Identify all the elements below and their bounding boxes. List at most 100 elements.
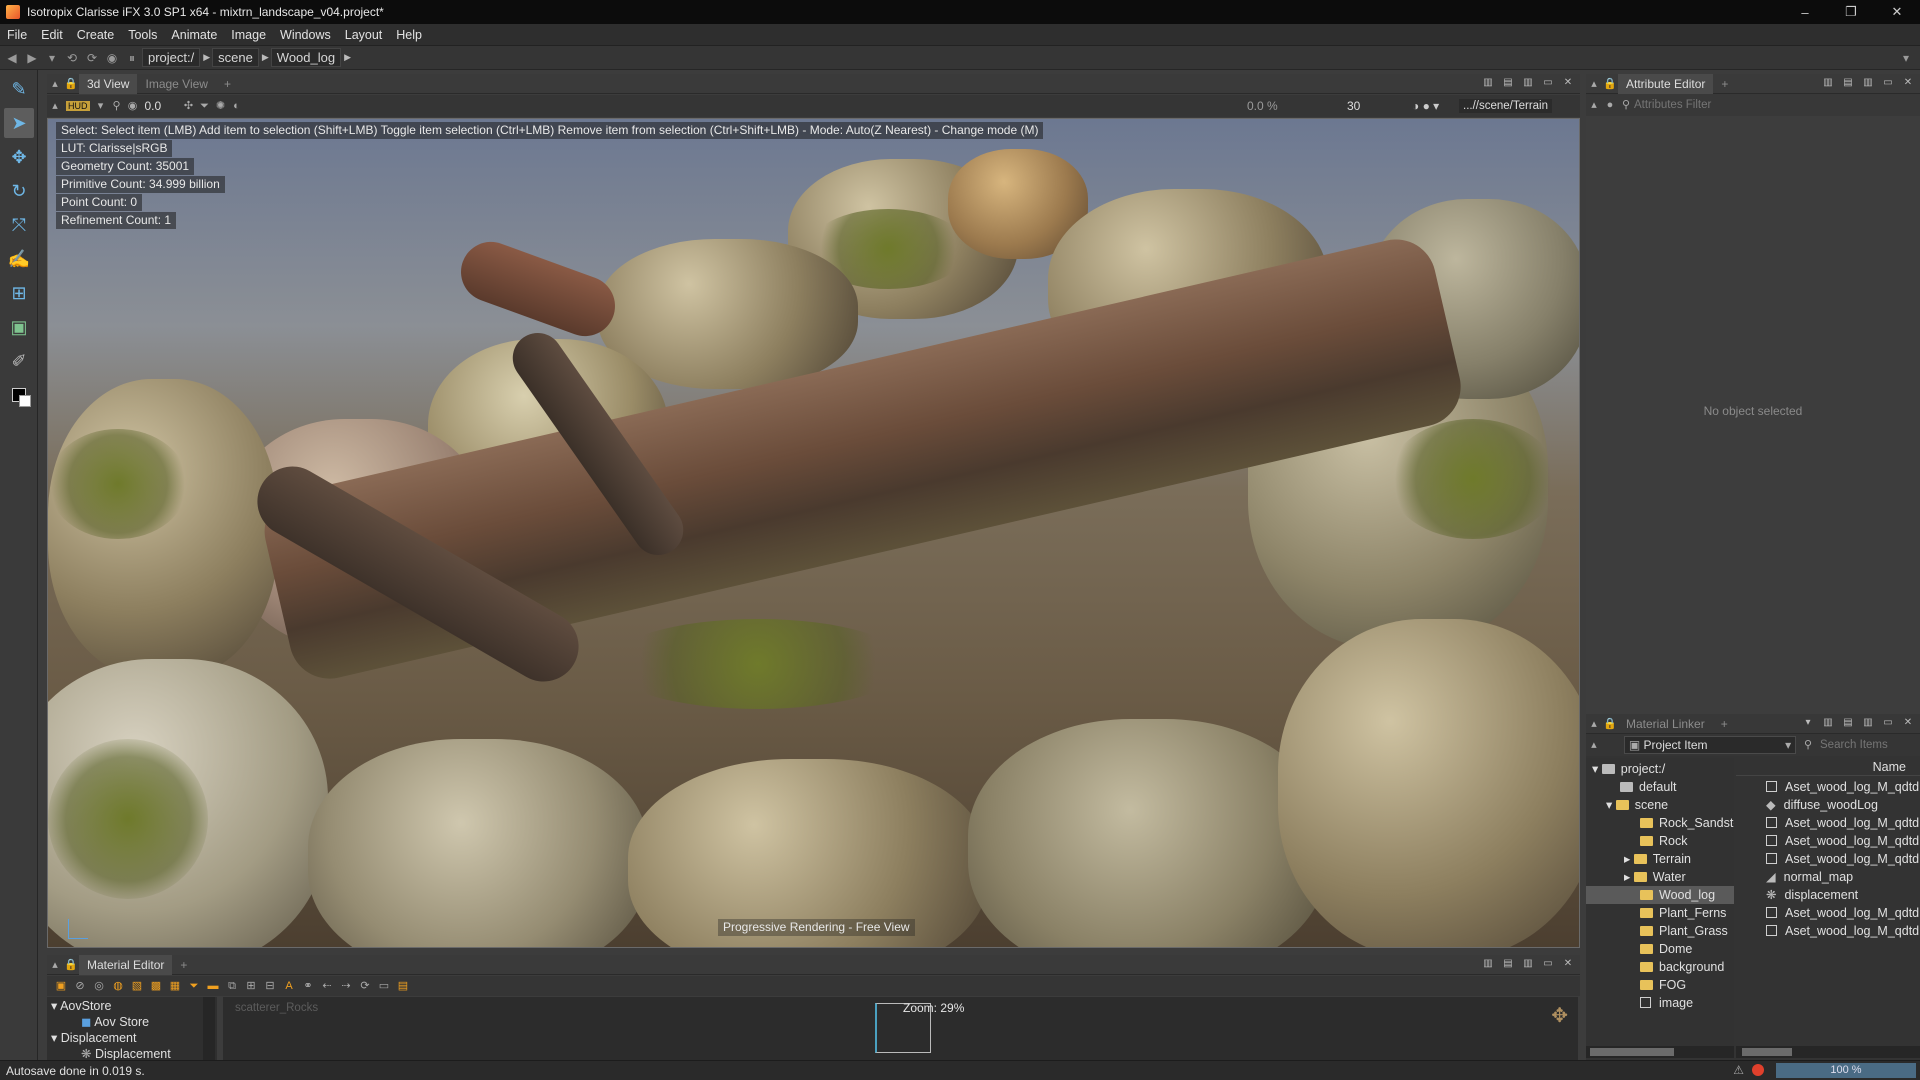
texture-icon[interactable]: ▧ [129, 978, 145, 994]
list-item[interactable]: Aset_wood_log_M_qdtdP [1766, 778, 1920, 796]
tree-item-rock[interactable]: Rock [1640, 832, 1687, 850]
menu-tools[interactable]: Tools [121, 28, 164, 42]
list-item[interactable]: ◢ normal_map [1766, 868, 1853, 886]
color-swatch-icon[interactable] [4, 380, 34, 410]
samples-field[interactable]: 30 [1347, 99, 1360, 113]
camera-icon[interactable]: ⚲ [109, 98, 125, 114]
maximize-panel-icon[interactable]: ▭ [1540, 957, 1556, 971]
grid-icon[interactable]: ⊞ [243, 978, 259, 994]
history-icon[interactable]: ▾ [44, 50, 60, 66]
export-icon[interactable]: ▤ [395, 978, 411, 994]
frame-icon[interactable]: ◎ [91, 978, 107, 994]
toolbar-menu-icon[interactable]: ▴ [47, 98, 63, 114]
menu-icon[interactable]: ▴ [1586, 737, 1602, 753]
translate-tool-icon[interactable]: ✥ [4, 142, 34, 172]
node-tool-icon[interactable]: ▣ [53, 978, 69, 994]
folder-icon[interactable]: ▬ [205, 978, 221, 994]
node-graph-canvas[interactable]: scatterer_Rocks Zoom: 29% ✥ [223, 997, 1578, 1060]
menu-file[interactable]: File [0, 28, 34, 42]
list-item[interactable]: ◆ diffuse_woodLog [1766, 796, 1878, 814]
image-tool-icon[interactable]: ▣ [4, 312, 34, 342]
list-item[interactable]: ❋ displacement [1766, 886, 1858, 904]
scatter-tool-icon[interactable]: ⊞ [4, 278, 34, 308]
panel-menu-icon[interactable]: ▴ [47, 957, 63, 973]
select-tool-icon[interactable]: ➤ [4, 108, 34, 138]
maximize-panel-icon[interactable]: ▭ [1540, 76, 1556, 90]
layer-icon[interactable]: ▦ [167, 978, 183, 994]
display-icon[interactable]: ▾ [93, 98, 109, 114]
menu-help[interactable]: Help [389, 28, 429, 42]
tree-item-background[interactable]: background [1640, 958, 1724, 976]
light-icon[interactable]: ◐ [229, 98, 245, 114]
list-item[interactable]: Aset_wood_log_M_qdtdP [1766, 922, 1920, 940]
tree-item-project[interactable]: ▾ project:/ [1592, 760, 1665, 778]
arrow-right-icon[interactable]: ⇢ [338, 978, 354, 994]
tab-material-linker[interactable]: Material Linker [1618, 714, 1713, 734]
layout-split-icon[interactable]: ▥ [1820, 76, 1836, 90]
snap-icon[interactable]: ✣ [181, 98, 197, 114]
tab-3d-view[interactable]: 3d View [79, 73, 138, 94]
tab-material-editor[interactable]: Material Editor [79, 954, 173, 975]
layout-horizontal-icon[interactable]: ▤ [1500, 76, 1516, 90]
tree-item-terrain[interactable]: ▸ Terrain [1624, 850, 1691, 868]
layout-split-icon[interactable]: ▥ [1480, 76, 1496, 90]
tree-item-default[interactable]: default [1620, 778, 1677, 796]
search-items-input[interactable] [1820, 739, 1920, 751]
hud-toggle[interactable]: HUD [66, 101, 90, 111]
forward-icon[interactable]: ▶ [24, 50, 40, 66]
pause-icon[interactable]: ⏸ [124, 50, 140, 66]
menu-edit[interactable]: Edit [34, 28, 70, 42]
node-label[interactable]: scatterer_Rocks [235, 1002, 318, 1014]
project-item-dropdown[interactable]: ▣ Project Item ▾ [1623, 736, 1797, 754]
zoom-icon[interactable]: ⊘ [72, 978, 88, 994]
material-icon[interactable]: ▩ [148, 978, 164, 994]
menu-windows[interactable]: Windows [273, 28, 338, 42]
tree-item-dome[interactable]: Dome [1640, 940, 1692, 958]
layout-vertical-icon[interactable]: ▥ [1860, 716, 1876, 730]
layout-vertical-icon[interactable]: ▥ [1860, 76, 1876, 90]
layout-horizontal-icon[interactable]: ▤ [1500, 957, 1516, 971]
link-icon[interactable]: ⚭ [300, 978, 316, 994]
3d-viewport[interactable]: Select: Select item (LMB) Add item to se… [47, 118, 1580, 948]
breadcrumb-project[interactable]: project:/ [142, 48, 201, 67]
tab-attribute-editor[interactable]: Attribute Editor [1618, 73, 1714, 94]
name-column-header[interactable]: Name [1736, 758, 1920, 776]
address-dropdown-icon[interactable]: ▾ [1898, 50, 1914, 66]
auto-layout-icon[interactable]: A [281, 978, 297, 994]
breadcrumb-scene[interactable]: scene [212, 48, 259, 67]
layout-split-icon[interactable]: ▥ [1820, 716, 1836, 730]
filter-icon[interactable]: ⏷ [186, 978, 202, 994]
tree-item-displacement[interactable]: ❋ Displacement [81, 1045, 171, 1060]
eraser-tool-icon[interactable]: ✐ [4, 346, 34, 376]
camera-path-field[interactable]: ...//scene/Terrain [1459, 99, 1553, 113]
menu-image[interactable]: Image [224, 28, 273, 42]
exposure-field[interactable]: 0.0 [141, 99, 181, 113]
tree-scrollbar[interactable] [203, 997, 215, 1060]
pick-tool-icon[interactable]: ✎ [4, 74, 34, 104]
stop-icon[interactable]: ◉ [104, 50, 120, 66]
record-icon[interactable]: ● [1602, 97, 1618, 113]
tree-item-image[interactable]: image [1640, 994, 1693, 1012]
filter-icon[interactable]: ⏷ [197, 98, 213, 114]
add-tab-button[interactable]: + [1713, 74, 1736, 94]
render-icon[interactable]: ✺ [213, 98, 229, 114]
minimize-button[interactable]: – [1782, 0, 1828, 24]
lock-icon[interactable]: 🔒 [63, 76, 79, 92]
menu-create[interactable]: Create [70, 28, 122, 42]
tree-item-scene[interactable]: ▾ scene [1606, 796, 1668, 814]
maximize-button[interactable]: ❐ [1828, 0, 1874, 24]
refresh-icon[interactable]: ⟳ [357, 978, 373, 994]
list-item[interactable]: Aset_wood_log_M_qdtdP [1766, 832, 1920, 850]
paint-tool-icon[interactable]: ✍ [4, 244, 34, 274]
arrow-left-icon[interactable]: ⇠ [319, 978, 335, 994]
close-panel-icon[interactable]: ✕ [1560, 957, 1576, 971]
shader-icon[interactable]: ◍ [110, 978, 126, 994]
scale-tool-icon[interactable]: ⤧ [4, 210, 34, 240]
close-panel-icon[interactable]: ✕ [1560, 76, 1576, 90]
tree-item-rock-sandstone[interactable]: Rock_Sandsto [1640, 814, 1734, 832]
rotate-tool-icon[interactable]: ↻ [4, 176, 34, 206]
undo-icon[interactable]: ⟲ [64, 50, 80, 66]
tree-item-water[interactable]: ▸ Water [1624, 868, 1686, 886]
menu-animate[interactable]: Animate [164, 28, 224, 42]
menu-icon[interactable]: ▴ [1586, 97, 1602, 113]
